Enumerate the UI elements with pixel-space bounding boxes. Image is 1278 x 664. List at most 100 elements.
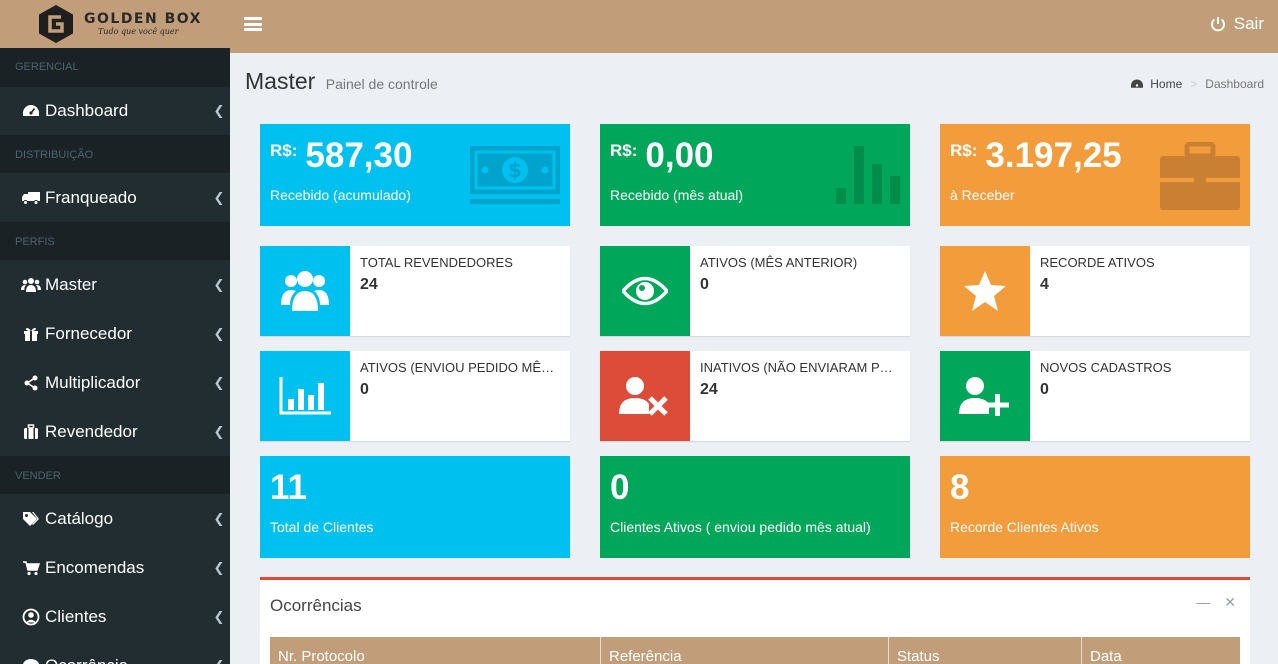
small-box-label: Recebido (acumulado): [270, 187, 411, 203]
collapse-minus-icon[interactable]: —: [1196, 594, 1210, 611]
sidebar-item-fornecedor[interactable]: Fornecedor ❮: [0, 309, 230, 358]
chevron-left-icon: ❮: [213, 103, 225, 118]
info-box-recorde-ativos[interactable]: RECORDE ATIVOS 4: [940, 246, 1250, 336]
small-box-recebido-mes-atual[interactable]: R$: 0,00 Recebido (mês atual): [600, 124, 910, 226]
sidebar-item-catalogo[interactable]: Catálogo ❮: [0, 494, 230, 543]
column-header-data[interactable]: Data: [1082, 637, 1240, 664]
info-box-text: INATIVOS (NÃO ENVIARAM PEDIDO): [700, 360, 900, 375]
info-box-ativos-mes-anterior[interactable]: ATIVOS (MÊS ANTERIOR) 0: [600, 246, 910, 336]
content-header: Master Painel de controle: [245, 68, 438, 95]
user-plus-icon: [959, 377, 1009, 416]
occurrences-box: Ocorrências — ✕ Nr. Protocolo Referência…: [260, 577, 1250, 664]
count-value: 11: [270, 468, 307, 507]
occurrences-table-header: Nr. Protocolo Referência Status Data: [270, 637, 1240, 664]
sidebar-item-label: Master: [45, 274, 97, 294]
sidebar-item-label: Ocorrência: [45, 656, 208, 664]
column-header-protocolo[interactable]: Nr. Protocolo: [270, 637, 601, 664]
power-icon: [1210, 17, 1225, 32]
golden-box-logo-icon: [39, 5, 73, 43]
suitcase-icon: [21, 423, 41, 441]
star-icon: [964, 271, 1006, 311]
breadcrumb-separator: >: [1190, 77, 1198, 91]
sidebar-item-label: Fornecedor: [45, 323, 132, 343]
currency-label: R$:: [950, 141, 978, 160]
sidebar-item-clientes[interactable]: Clientes ❮: [0, 592, 230, 641]
share-icon: [21, 374, 41, 392]
info-box-novos-cadastros[interactable]: NOVOS CADASTROS 0: [940, 351, 1250, 441]
sidebar-item-label: Revendedor: [45, 421, 138, 441]
occurrences-title: Ocorrências: [270, 596, 362, 615]
gift-icon: [21, 325, 41, 343]
brand-name: GOLDEN BOX: [84, 11, 202, 27]
column-header-status[interactable]: Status: [889, 637, 1082, 664]
brand-logo[interactable]: GOLDEN BOX Tudo que você quer: [0, 0, 230, 48]
info-box-inativos[interactable]: INATIVOS (NÃO ENVIARAM PEDIDO) 24: [600, 351, 910, 441]
info-box-text: NOVOS CADASTROS: [1040, 360, 1172, 375]
sidebar: GOLDEN BOX Tudo que você quer GERENCIAL …: [0, 0, 230, 664]
amount-value: 3.197,25: [985, 136, 1122, 175]
sidebar-item-multiplicador[interactable]: Multiplicador ❮: [0, 358, 230, 407]
logout-button[interactable]: Sair: [1210, 14, 1264, 34]
menu-header-vender: VENDER: [0, 456, 230, 494]
info-box-text: TOTAL REVENDEDORES: [360, 255, 513, 270]
info-box-number: 24: [700, 381, 718, 398]
sidebar-item-dashboard[interactable]: Dashboard ❮: [0, 87, 230, 135]
money-icon: $: [470, 146, 560, 204]
menu-header-gerencial: GERENCIAL: [0, 48, 230, 87]
briefcase-icon: [1160, 142, 1240, 210]
info-box-text: RECORDE ATIVOS: [1040, 255, 1155, 270]
breadcrumb-current: Dashboard: [1205, 77, 1264, 91]
small-box-recorde-clientes-ativos[interactable]: 8 Recorde Clientes Ativos: [940, 456, 1250, 558]
chevron-left-icon: ❮: [213, 325, 225, 341]
info-box-text: ATIVOS (ENVIOU PEDIDO MÊS ANTERIOR): [360, 360, 560, 375]
user-times-icon: [619, 377, 668, 416]
info-box-ativos-enviou-pedido[interactable]: ATIVOS (ENVIOU PEDIDO MÊS ANTERIOR) 0: [260, 351, 570, 441]
info-box-total-revendedores[interactable]: TOTAL REVENDEDORES 24: [260, 246, 570, 336]
small-box-label: à Receber: [950, 187, 1015, 203]
count-value: 8: [950, 468, 970, 507]
sidebar-item-encomendas[interactable]: Encomendas ❮: [0, 543, 230, 592]
currency-label: R$:: [610, 141, 638, 160]
user-circle-icon: [21, 608, 41, 626]
menu-header-perfis: PERFIS: [0, 222, 230, 260]
small-box-a-receber[interactable]: R$: 3.197,25 à Receber: [940, 124, 1250, 226]
chevron-left-icon: ❮: [213, 276, 225, 292]
sidebar-item-ocorrencia[interactable]: Ocorrência ❮: [0, 641, 230, 664]
menu-header-distribuicao: DISTRIBUIÇÃO: [0, 135, 230, 173]
sidebar-item-master[interactable]: Master ❮: [0, 260, 230, 309]
currency-label: R$:: [270, 141, 298, 160]
sidebar-toggle-hamburger-icon[interactable]: [244, 17, 262, 31]
small-box-total-clientes[interactable]: 11 Total de Clientes: [260, 456, 570, 558]
tags-icon: [21, 510, 41, 528]
sidebar-item-revendedor[interactable]: Revendedor ❮: [0, 407, 230, 456]
amount-value: 0,00: [645, 136, 714, 175]
sidebar-item-label: Dashboard: [45, 101, 129, 120]
chevron-left-icon: ❮: [208, 658, 230, 664]
comment-icon: [21, 657, 41, 664]
top-navbar: Sair: [230, 0, 1278, 53]
brand-tagline: Tudo que você quer: [98, 27, 179, 36]
close-icon[interactable]: ✕: [1224, 594, 1236, 611]
small-box-clientes-ativos[interactable]: 0 Clientes Ativos ( enviou pedido mês at…: [600, 456, 910, 558]
logout-label: Sair: [1233, 14, 1264, 33]
eye-icon: [622, 276, 668, 306]
column-header-referencia[interactable]: Referência: [601, 637, 889, 664]
chevron-left-icon: ❮: [213, 374, 225, 390]
chevron-left-icon: ❮: [213, 559, 225, 575]
dashboard-icon: [21, 102, 41, 120]
breadcrumb: Home > Dashboard: [1130, 77, 1264, 91]
small-box-label: Total de Clientes: [270, 519, 374, 535]
sidebar-item-label: Franqueado: [45, 187, 137, 207]
amount-value: 587,30: [305, 136, 413, 175]
info-box-number: 0: [1040, 381, 1049, 398]
breadcrumb-home-link[interactable]: Home: [1150, 77, 1182, 91]
bar-chart-icon: [836, 146, 900, 204]
sidebar-item-franqueado[interactable]: Franqueado ❮: [0, 173, 230, 222]
sidebar-item-label: Clientes: [45, 606, 107, 626]
chevron-left-icon: ❮: [213, 510, 225, 526]
small-box-recebido-acumulado[interactable]: R$: 587,30 Recebido (acumulado) $: [260, 124, 570, 226]
cart-icon: [21, 559, 41, 577]
chevron-left-icon: ❮: [213, 423, 225, 439]
users-icon: [281, 271, 329, 311]
info-box-number: 4: [1040, 276, 1049, 293]
